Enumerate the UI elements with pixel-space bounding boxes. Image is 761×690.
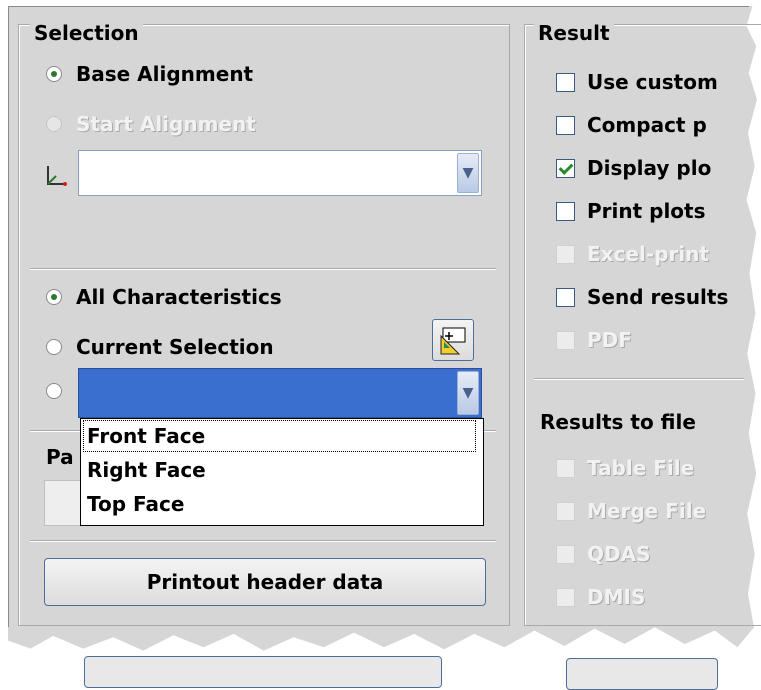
file-option-table-file: Table File xyxy=(556,456,694,480)
bottom-button-fragment xyxy=(84,656,442,688)
coordinate-system-icon xyxy=(44,164,68,188)
divider xyxy=(30,268,496,270)
selection-title: Selection xyxy=(30,21,143,45)
current-selection-label: Current Selection xyxy=(76,335,274,359)
option-label: Send results xyxy=(587,285,729,309)
result-option-display-plots[interactable]: Display plo xyxy=(556,156,711,180)
results-to-file-title: Results to file xyxy=(540,410,696,434)
result-title: Result xyxy=(534,21,614,45)
result-option-compact[interactable]: Compact p xyxy=(556,113,707,137)
divider xyxy=(534,378,744,380)
result-option-pdf: PDF xyxy=(556,328,632,352)
result-option-print-plots[interactable]: Print plots xyxy=(556,199,706,223)
option-label: DMIS xyxy=(587,585,646,609)
option-label: Table File xyxy=(587,456,695,480)
bottom-button-fragment-right xyxy=(566,658,718,690)
checkbox[interactable] xyxy=(556,115,575,135)
characteristic-tool-button[interactable] xyxy=(432,319,474,361)
dropdown-item-right-face[interactable]: Right Face xyxy=(87,455,206,485)
radio-indicator[interactable] xyxy=(46,66,62,82)
option-label: PDF xyxy=(587,328,632,352)
radio-indicator[interactable] xyxy=(46,289,62,305)
drawing-tool-icon xyxy=(440,327,466,355)
group-dropdown-list[interactable]: Front Face Right Face Top Face xyxy=(80,418,484,526)
radio-indicator[interactable] xyxy=(46,339,62,355)
checkbox[interactable] xyxy=(556,72,575,92)
checkbox[interactable] xyxy=(556,158,575,178)
all-characteristics-radio[interactable]: All Characteristics xyxy=(46,285,282,309)
checkbox xyxy=(556,458,575,478)
printout-header-button[interactable]: Printout header data xyxy=(44,558,486,606)
chevron-down-icon[interactable]: ▼ xyxy=(457,153,479,193)
start-alignment-label: Start Alignment xyxy=(76,112,256,136)
base-alignment-radio[interactable]: Base Alignment xyxy=(46,62,253,86)
start-alignment-radio: Start Alignment xyxy=(46,112,256,136)
all-characteristics-label: All Characteristics xyxy=(76,285,282,309)
option-label: Excel-print xyxy=(587,242,709,266)
checkbox xyxy=(556,587,575,607)
file-option-merge-file: Merge File xyxy=(556,499,706,523)
checkbox xyxy=(556,330,575,350)
option-label: Merge File xyxy=(587,499,707,523)
checkbox xyxy=(556,544,575,564)
radio-indicator[interactable] xyxy=(46,383,62,399)
option-label: Display plo xyxy=(587,156,712,180)
checkbox[interactable] xyxy=(556,287,575,307)
base-alignment-label: Base Alignment xyxy=(76,62,254,86)
dropdown-item-front-face[interactable]: Front Face xyxy=(83,420,476,452)
option-label: Compact p xyxy=(587,113,707,137)
checkbox xyxy=(556,244,575,264)
result-option-send-results[interactable]: Send results xyxy=(556,285,728,309)
result-option-use-custom[interactable]: Use custom xyxy=(556,70,718,94)
option-label: QDAS xyxy=(587,542,651,566)
partial-label: Pa xyxy=(46,445,74,469)
checkbox[interactable] xyxy=(556,201,575,221)
chevron-down-icon[interactable]: ▼ xyxy=(457,371,479,415)
alignment-combo[interactable]: ▼ xyxy=(78,150,482,196)
current-selection-radio[interactable]: Current Selection xyxy=(46,335,274,359)
result-option-excel-print: Excel-print xyxy=(556,242,709,266)
group-combo[interactable]: ▼ xyxy=(78,368,482,418)
file-option-dmis: DMIS xyxy=(556,585,645,609)
radio-indicator xyxy=(46,116,62,132)
divider xyxy=(30,540,496,542)
checkbox xyxy=(556,501,575,521)
option-label: Print plots xyxy=(587,199,706,223)
dropdown-item-top-face[interactable]: Top Face xyxy=(87,489,184,519)
option-label: Use custom xyxy=(587,70,718,94)
group-radio[interactable] xyxy=(46,383,76,399)
file-option-qdas: QDAS xyxy=(556,542,651,566)
